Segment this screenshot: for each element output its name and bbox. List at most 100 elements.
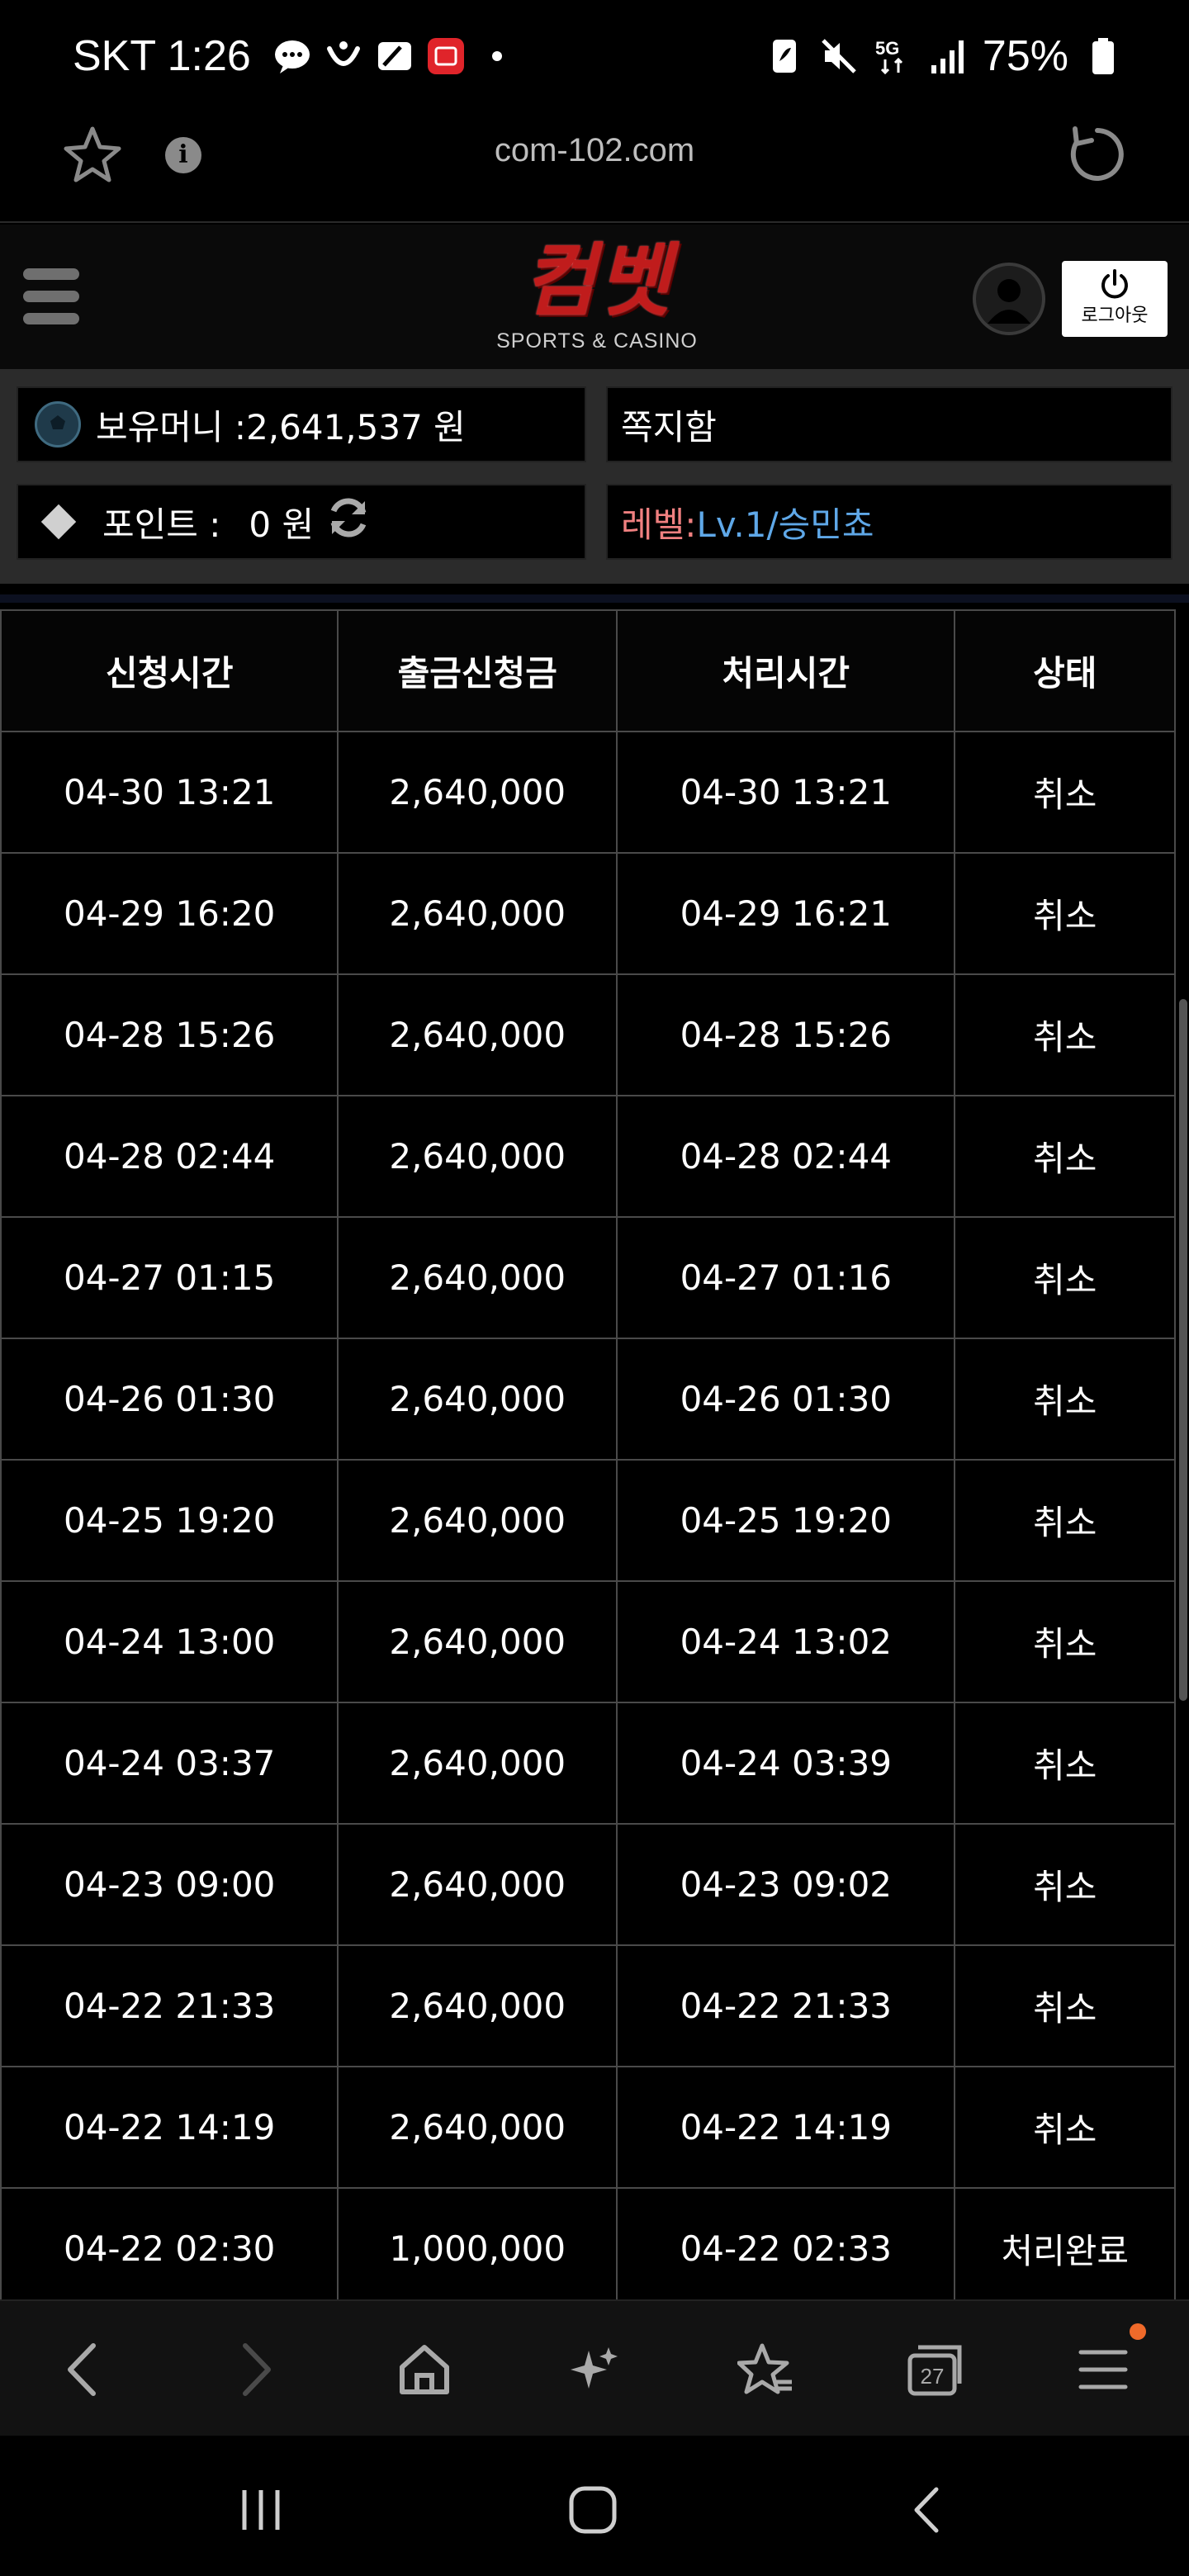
amount: 2,640,000 bbox=[337, 1095, 618, 1218]
status: 취소 bbox=[954, 1338, 1176, 1461]
battery-percent: 75% bbox=[982, 32, 1068, 80]
table-row: 04-25 19:20 2,640,000 04-25 19:20 취소 bbox=[0, 1459, 1176, 1582]
status: 취소 bbox=[954, 1944, 1176, 2067]
table-row: 04-22 21:33 2,640,000 04-22 21:33 취소 bbox=[0, 1944, 1176, 2067]
process-time: 04-26 01:30 bbox=[616, 1338, 956, 1461]
process-time: 04-23 09:02 bbox=[616, 1823, 956, 1946]
header-status: 상태 bbox=[954, 609, 1176, 732]
logo-text: 컴벳 bbox=[522, 234, 672, 327]
level-value: Lv.1/승민쵸 bbox=[696, 504, 874, 545]
amount: 2,640,000 bbox=[337, 731, 618, 854]
status: 취소 bbox=[954, 1095, 1176, 1218]
back-arrow-icon[interactable] bbox=[50, 2337, 116, 2403]
diamond-icon bbox=[40, 504, 77, 540]
system-back-icon[interactable] bbox=[893, 2477, 959, 2543]
table-header-row: 신청시간 출금신청금 처리시간 상태 bbox=[0, 609, 1176, 732]
point-panel: 포인트 : 0 원 bbox=[17, 484, 586, 560]
signal-strength-icon bbox=[928, 36, 968, 76]
svg-text:5G: 5G bbox=[875, 38, 899, 59]
process-time: 04-30 13:21 bbox=[616, 731, 956, 854]
request-time: 04-29 16:20 bbox=[0, 852, 339, 975]
power-icon bbox=[1062, 268, 1168, 305]
withdrawal-table: 신청시간 출금신청금 처리시간 상태 04-30 13:21 2,640,000 0… bbox=[0, 609, 1176, 2299]
table-row: 04-30 13:21 2,640,000 04-30 13:21 취소 bbox=[0, 731, 1176, 854]
amount: 2,640,000 bbox=[337, 852, 618, 975]
amount: 2,640,000 bbox=[337, 2066, 618, 2189]
status: 취소 bbox=[954, 1216, 1176, 1339]
reload-icon[interactable] bbox=[1067, 124, 1128, 188]
bookmarks-icon[interactable] bbox=[733, 2337, 799, 2403]
page-scrollbar[interactable] bbox=[1179, 999, 1187, 1701]
table-row: 04-27 01:15 2,640,000 04-27 01:16 취소 bbox=[0, 1216, 1176, 1339]
status: 취소 bbox=[954, 973, 1176, 1096]
status-bar-left: SKT 1:26 bbox=[73, 30, 517, 83]
battery-icon bbox=[1083, 36, 1123, 76]
status: 취소 bbox=[954, 1823, 1176, 1946]
amount: 2,640,000 bbox=[337, 1216, 618, 1339]
logout-button[interactable]: 로그아웃 bbox=[1062, 261, 1168, 337]
money-panel: 보유머니 : 2,641,537 원 bbox=[17, 386, 586, 462]
request-time: 04-22 21:33 bbox=[0, 1944, 339, 2067]
logo-subtitle: SPORTS & CASINO bbox=[496, 329, 698, 353]
coupang-eats-icon bbox=[426, 36, 466, 76]
home-button-icon[interactable] bbox=[560, 2477, 626, 2543]
process-time: 04-29 16:21 bbox=[616, 852, 956, 975]
home-icon[interactable] bbox=[391, 2337, 457, 2403]
table-row: 04-24 13:00 2,640,000 04-24 13:02 취소 bbox=[0, 1580, 1176, 1703]
svg-text:27: 27 bbox=[921, 2364, 945, 2389]
url-text[interactable]: com-102.com bbox=[0, 132, 1189, 169]
site-logo[interactable]: 컴벳 SPORTS & CASINO bbox=[492, 235, 702, 367]
message-box-label[interactable]: 쪽지함 bbox=[621, 400, 717, 450]
amount: 2,640,000 bbox=[337, 1580, 618, 1703]
process-time: 04-28 02:44 bbox=[616, 1095, 956, 1218]
request-time: 04-26 01:30 bbox=[0, 1338, 339, 1461]
status: 취소 bbox=[954, 852, 1176, 975]
point-label: 포인트 : bbox=[102, 504, 221, 545]
menu-notification-dot bbox=[1130, 2323, 1146, 2340]
process-time: 04-25 19:20 bbox=[616, 1459, 956, 1582]
sparkle-ai-icon[interactable] bbox=[561, 2337, 628, 2403]
chat-bubble-icon bbox=[272, 36, 312, 76]
soccer-ball-icon bbox=[35, 401, 81, 447]
recent-apps-icon[interactable] bbox=[228, 2477, 294, 2543]
table-row: 04-24 03:37 2,640,000 04-24 03:39 취소 bbox=[0, 1702, 1176, 1825]
user-avatar-icon[interactable] bbox=[973, 263, 1045, 335]
table-row: 04-29 16:20 2,640,000 04-29 16:21 취소 bbox=[0, 852, 1176, 975]
refresh-icon[interactable] bbox=[325, 495, 372, 549]
table-row: 04-28 15:26 2,640,000 04-28 15:26 취소 bbox=[0, 973, 1176, 1096]
card-app-icon bbox=[375, 36, 414, 76]
process-time: 04-27 01:16 bbox=[616, 1216, 956, 1339]
status: 취소 bbox=[954, 1459, 1176, 1582]
forward-arrow-icon[interactable] bbox=[223, 2337, 289, 2403]
message-box-panel[interactable]: 쪽지함 bbox=[606, 386, 1172, 462]
process-time: 04-22 02:33 bbox=[616, 2187, 956, 2299]
header-request-time: 신청시간 bbox=[0, 609, 339, 732]
menu-icon[interactable] bbox=[1070, 2337, 1136, 2403]
status: 취소 bbox=[954, 1580, 1176, 1703]
amount: 2,640,000 bbox=[337, 1338, 618, 1461]
request-time: 04-24 03:37 bbox=[0, 1702, 339, 1825]
request-time: 04-22 14:19 bbox=[0, 2066, 339, 2189]
status: 취소 bbox=[954, 731, 1176, 854]
header-amount: 출금신청금 bbox=[337, 609, 618, 732]
request-time: 04-22 02:30 bbox=[0, 2187, 339, 2299]
request-time: 04-30 13:21 bbox=[0, 731, 339, 854]
smile-app-icon bbox=[324, 36, 363, 76]
amount: 2,640,000 bbox=[337, 1459, 618, 1582]
menu-hamburger-icon[interactable] bbox=[23, 268, 79, 324]
tabs-icon[interactable]: 27 bbox=[902, 2337, 968, 2403]
withdrawal-history: 신청시간 출금신청금 처리시간 상태 04-30 13:21 2,640,000 0… bbox=[0, 594, 1189, 2299]
request-time: 04-28 02:44 bbox=[0, 1095, 339, 1218]
table-row: 04-28 02:44 2,640,000 04-28 02:44 취소 bbox=[0, 1095, 1176, 1218]
carrier-time: SKT 1:26 bbox=[73, 32, 251, 80]
request-time: 04-23 09:00 bbox=[0, 1823, 339, 1946]
process-time: 04-24 03:39 bbox=[616, 1702, 956, 1825]
process-time: 04-22 14:19 bbox=[616, 2066, 956, 2189]
amount: 1,000,000 bbox=[337, 2187, 618, 2299]
level-panel: 레벨: Lv.1/승민쵸 bbox=[606, 484, 1172, 560]
process-time: 04-22 21:33 bbox=[616, 1944, 956, 2067]
amount: 2,640,000 bbox=[337, 1702, 618, 1825]
request-time: 04-27 01:15 bbox=[0, 1216, 339, 1339]
status: 처리완료 bbox=[954, 2187, 1176, 2299]
status-bar-right: 5G 75% bbox=[765, 30, 1123, 83]
